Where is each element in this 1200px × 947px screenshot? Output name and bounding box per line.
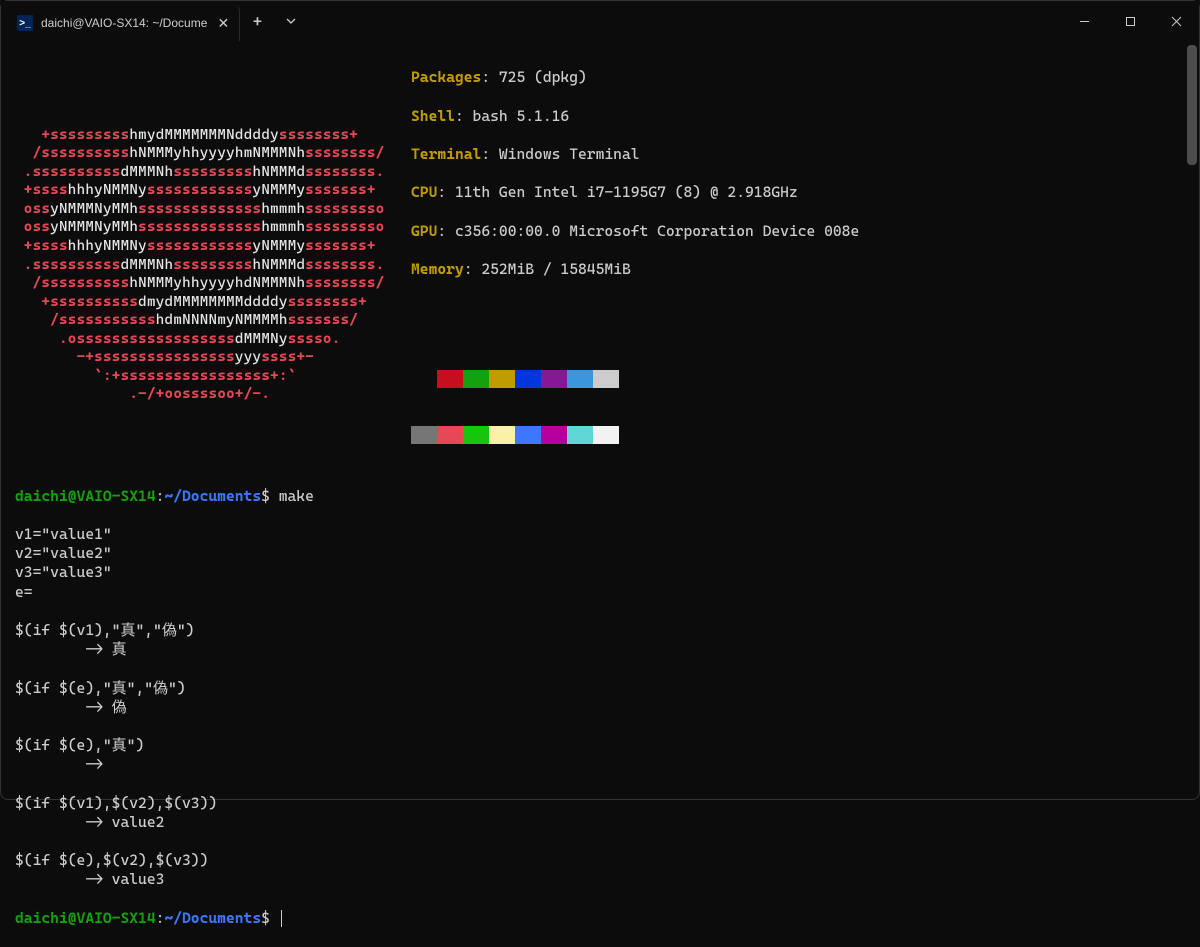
tab-active[interactable]: >_ daichi@VAIO-SX14: ~/Docume ✕ <box>7 5 240 41</box>
cursor <box>281 910 282 927</box>
prompt-line-2: daichi@VAIO-SX14:~/Documents$ <box>15 909 1185 928</box>
tab-close-button[interactable]: ✕ <box>215 15 231 32</box>
scrollbar-thumb[interactable] <box>1187 45 1197 165</box>
terminal-value: : Windows Terminal <box>481 145 639 163</box>
maximize-button[interactable] <box>1107 1 1153 41</box>
color-palette <box>411 332 859 483</box>
make-output: v1="value1" v2="value2" v3="value3" e= $… <box>15 525 1185 890</box>
new-tab-button[interactable]: + <box>240 1 274 41</box>
neofetch-info: Packages: 725 (dpkg) Shell: bash 5.1.16 … <box>411 49 859 521</box>
terminal-viewport[interactable]: +ssssssssshmydMMMMMMMNddddyssssssss+ /ss… <box>1 41 1199 801</box>
titlebar: >_ daichi@VAIO-SX14: ~/Docume ✕ + <box>1 1 1199 41</box>
packages-value: : 725 (dpkg) <box>481 68 586 86</box>
close-window-button[interactable] <box>1153 1 1199 41</box>
gpu-label: GPU <box>411 222 437 240</box>
terminal-icon: >_ <box>17 15 33 31</box>
shell-value: : bash 5.1.16 <box>455 107 569 125</box>
packages-label: Packages <box>411 68 481 86</box>
gpu-value: : c356:00:00.0 Microsoft Corporation Dev… <box>437 222 859 240</box>
command-1: make <box>279 487 314 505</box>
tab-title: daichi@VAIO-SX14: ~/Docume <box>41 16 207 30</box>
memory-value: : 252MiB / 15845MiB <box>464 260 631 278</box>
cpu-value: : 11th Gen Intel i7-1195G7 (8) @ 2.918GH… <box>437 183 797 201</box>
shell-label: Shell <box>411 107 455 125</box>
minimize-button[interactable] <box>1061 1 1107 41</box>
cpu-label: CPU <box>411 183 437 201</box>
memory-label: Memory <box>411 260 464 278</box>
tab-dropdown-button[interactable] <box>274 1 308 41</box>
terminal-label: Terminal <box>411 145 481 163</box>
